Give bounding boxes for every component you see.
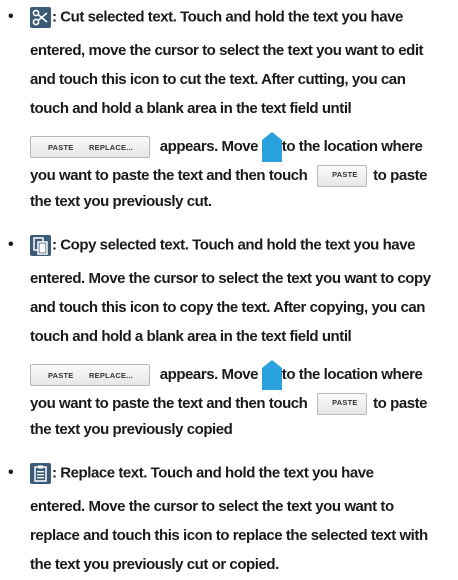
- cut-item-line-1: : Cut selected text. Touch and hold the …: [30, 7, 403, 28]
- replace-item-text-1: : Replace text. Touch and hold the text …: [52, 464, 374, 482]
- bullet: •: [8, 464, 14, 481]
- copy-item-line-2: entered. Move the cursor to select the t…: [30, 270, 431, 287]
- replace-item-line-1: : Replace text. Touch and hold the text …: [30, 463, 374, 484]
- cut-item-text-1: : Cut selected text. Touch and hold the …: [52, 8, 403, 26]
- copy-item-text-1: : Copy selected text. Touch and hold the…: [52, 236, 415, 254]
- cut-item-line-7: the text you previously cut.: [30, 193, 212, 210]
- paste-button: PASTE: [317, 165, 368, 187]
- cut-item-line-4: touch and hold a blank area in the text …: [30, 100, 352, 117]
- cut-icon: [30, 7, 51, 28]
- popup-paste-label: PASTE: [48, 371, 74, 380]
- copy-item-line-7: the text you previously copied: [30, 421, 233, 438]
- paste-button-label: PASTE: [332, 170, 358, 179]
- replace-item-line-2: entered. Move the cursor to select the t…: [30, 498, 394, 515]
- cursor-handle-icon: [261, 360, 282, 390]
- popup-replace-label: REPLACE...: [89, 371, 134, 380]
- bullet: •: [8, 8, 14, 25]
- copy-item-text-6a: you want to paste the text and then touc…: [30, 394, 308, 412]
- cut-item-text-5b: to the location where: [281, 137, 423, 155]
- copy-item-line-3: and touch this icon to copy the text. Af…: [30, 299, 425, 316]
- cut-item-text-5a: appears. Move: [159, 137, 259, 155]
- paste-button-label: PASTE: [332, 398, 358, 407]
- copy-item-text-6b: to paste: [373, 394, 428, 412]
- copy-item-line-4: touch and hold a blank area in the text …: [30, 328, 352, 345]
- copy-item-line-5: PASTE REPLACE... appears. Move to the lo…: [30, 360, 423, 390]
- copy-item-text-5b: to the location where: [281, 365, 423, 383]
- cut-item-line-2: entered, move the cursor to select the t…: [30, 42, 424, 59]
- copy-icon: [30, 235, 51, 256]
- replace-item-line-4: the text you previously cut or copied.: [30, 556, 279, 573]
- popup-replace-label: REPLACE...: [89, 143, 134, 152]
- cut-item-line-5: PASTE REPLACE... appears. Move to the lo…: [30, 132, 423, 162]
- cut-item-line-3: and touch this icon to cut the text. Aft…: [30, 71, 406, 88]
- paste-replace-popup: PASTE REPLACE...: [30, 364, 150, 386]
- cut-item-line-6: you want to paste the text and then touc…: [30, 165, 427, 187]
- cut-item-text-6b: to paste: [373, 166, 428, 184]
- paste-replace-popup: PASTE REPLACE...: [30, 136, 150, 158]
- bullet: •: [8, 236, 14, 253]
- copy-item-text-5a: appears. Move: [159, 365, 259, 383]
- replace-item-line-3: replace and touch this icon to replace t…: [30, 527, 428, 544]
- copy-item-line-1: : Copy selected text. Touch and hold the…: [30, 235, 415, 256]
- cut-item-text-6a: you want to paste the text and then touc…: [30, 166, 308, 184]
- document-body: • : Cut selected text. Touch and hold th…: [0, 0, 458, 580]
- paste-button: PASTE: [317, 393, 368, 415]
- copy-item-line-6: you want to paste the text and then touc…: [30, 393, 427, 415]
- clipboard-icon: [30, 463, 51, 484]
- cursor-handle-icon: [261, 132, 282, 162]
- popup-paste-label: PASTE: [48, 143, 74, 152]
